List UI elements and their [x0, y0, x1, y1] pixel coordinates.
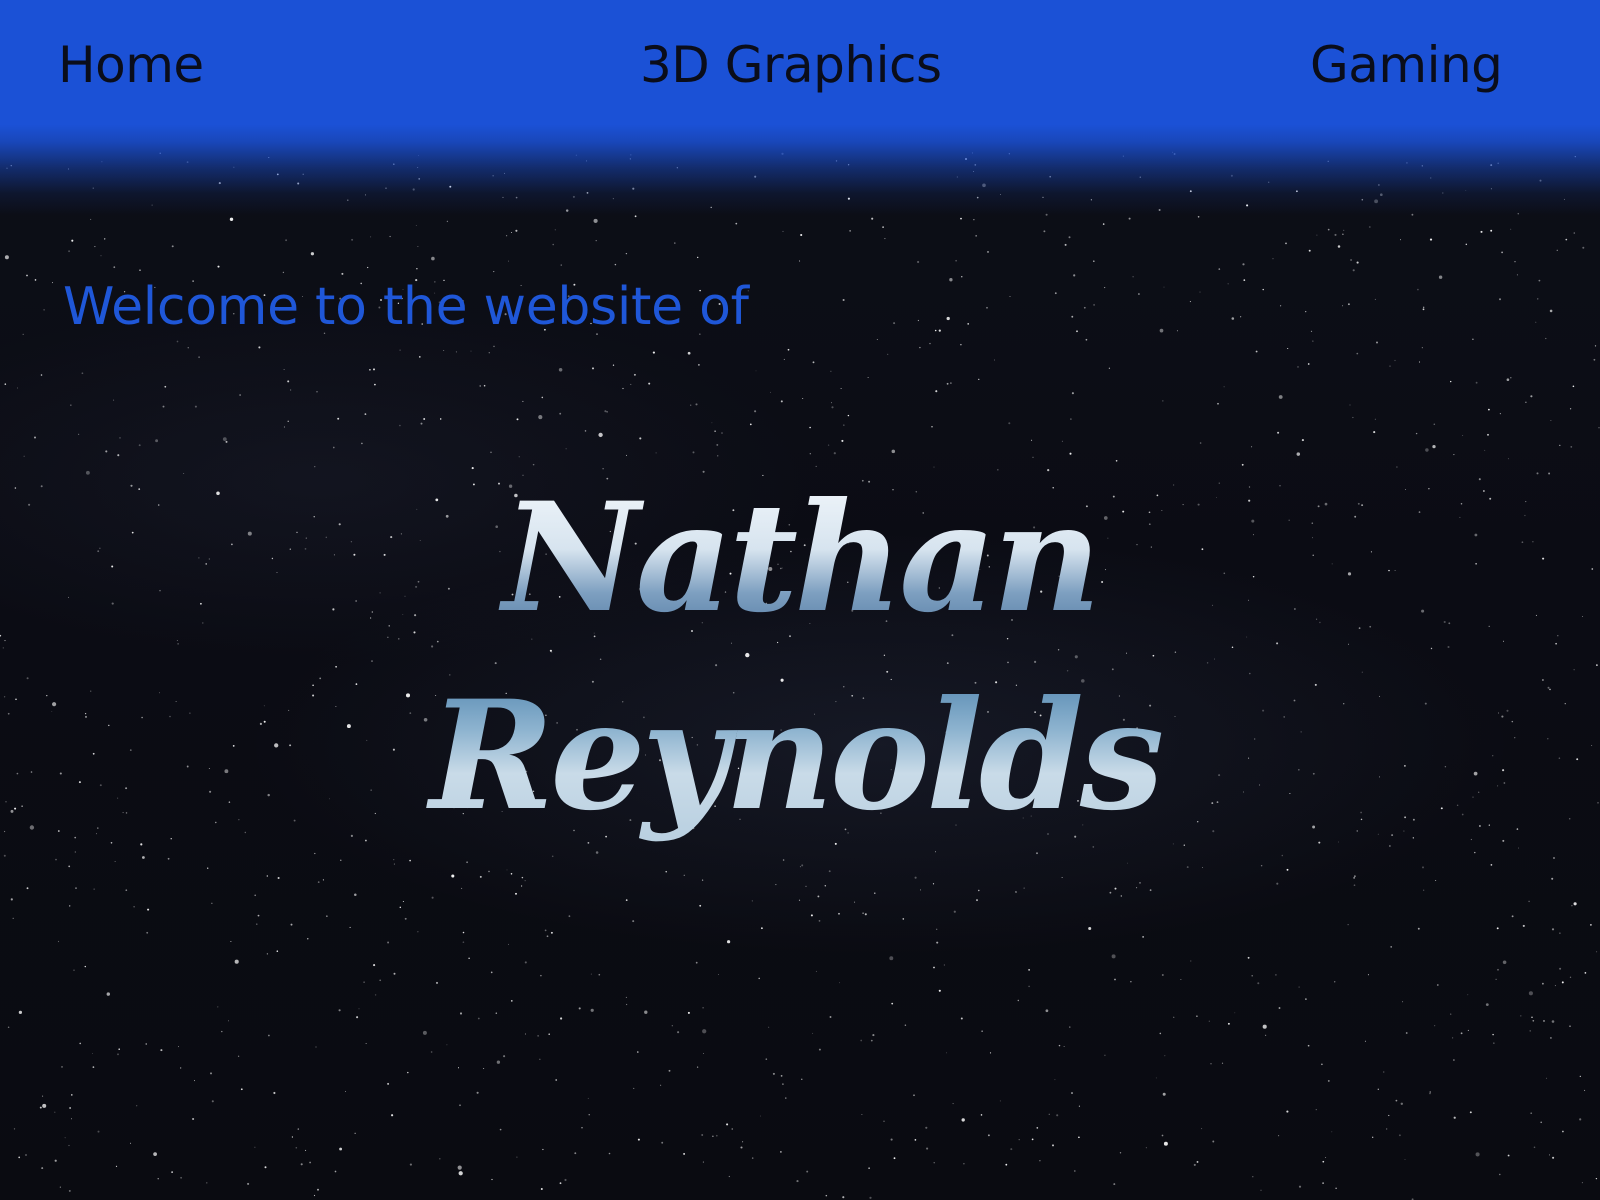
name-title: Nathan Reynolds	[426, 470, 1166, 844]
name-first-line: Nathan	[499, 470, 1098, 646]
page: Home 3D Graphics Gaming Welcome to the w…	[0, 0, 1600, 1200]
name-second-line: Reynolds	[426, 668, 1162, 844]
